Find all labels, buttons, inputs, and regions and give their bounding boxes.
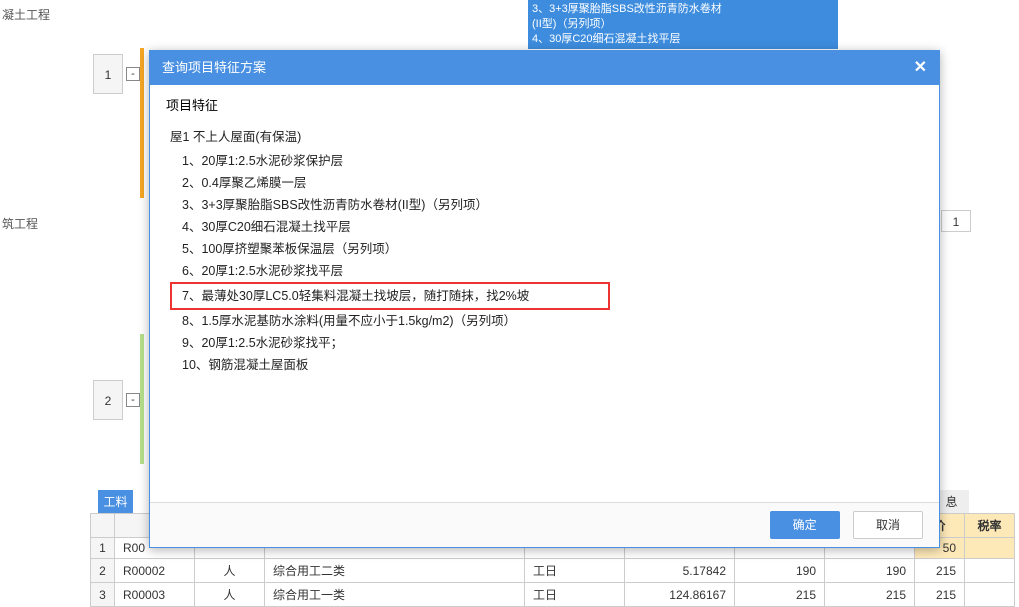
expand-toggle-1[interactable]: - bbox=[126, 67, 140, 81]
selected-row-text[interactable]: 3、3+3厚聚胎脂SBS改性沥青防水卷材 (II型)（另列项） 4、30厚C20… bbox=[528, 0, 838, 49]
expand-toggle-2[interactable]: - bbox=[126, 393, 140, 407]
sidebar: 凝土工程 筑工程 bbox=[0, 0, 90, 607]
feature-item: 6、20厚1:2.5水泥砂浆找平层 bbox=[170, 260, 919, 282]
col-rate[interactable]: 税率 bbox=[965, 514, 1015, 538]
tab-material[interactable]: 工料 bbox=[98, 490, 133, 514]
dialog-subtitle: 项目特征 bbox=[150, 85, 939, 120]
feature-item: 9、20厚1:2.5水泥砂浆找平； bbox=[170, 332, 919, 354]
hl-line-1: 3、3+3厚聚胎脂SBS改性沥青防水卷材 bbox=[532, 3, 722, 15]
green-marker bbox=[140, 334, 144, 464]
orange-marker bbox=[140, 48, 144, 198]
feature-header: 屋1 不上人屋面(有保温) bbox=[170, 126, 919, 148]
dialog-body: 屋1 不上人屋面(有保温) 1、20厚1:2.5水泥砂浆保护层 2、0.4厚聚乙… bbox=[150, 120, 939, 502]
feature-dialog: 查询项目特征方案 ✕ 项目特征 屋1 不上人屋面(有保温) 1、20厚1:2.5… bbox=[149, 50, 940, 548]
feature-item: 2、0.4厚聚乙烯膜一层 bbox=[170, 172, 919, 194]
feature-item: 3、3+3厚聚胎脂SBS改性沥青防水卷材(II型)（另列项） bbox=[170, 194, 919, 216]
dialog-titlebar[interactable]: 查询项目特征方案 ✕ bbox=[150, 51, 939, 85]
feature-item: 4、30厚C20细石混凝土找平层 bbox=[170, 216, 919, 238]
right-cell: 1 bbox=[941, 210, 971, 232]
table-row[interactable]: 3 R00003 人 综合用工一类 工日 124.86167 215 215 2… bbox=[91, 583, 1015, 607]
hl-line-2: (II型)（另列项） bbox=[532, 18, 611, 30]
sidebar-item-concrete[interactable]: 凝土工程 bbox=[0, 0, 90, 29]
feature-item: 1、20厚1:2.5水泥砂浆保护层 bbox=[170, 150, 919, 172]
feature-item: 8、1.5厚水泥基防水涂料(用量不应小于1.5kg/m2)（另列项） bbox=[170, 310, 919, 332]
row-number-2: 2 bbox=[93, 380, 123, 420]
dialog-title-text: 查询项目特征方案 bbox=[162, 51, 266, 85]
col-rownum bbox=[91, 514, 115, 538]
table-row[interactable]: 2 R00002 人 综合用工二类 工日 5.17842 190 190 215 bbox=[91, 559, 1015, 583]
feature-item: 5、100厚挤塑聚苯板保温层（另列项） bbox=[170, 238, 919, 260]
feature-item-highlighted: 7、最薄处30厚LC5.0轻集料混凝土找坡层，随打随抹，找2%坡 bbox=[170, 282, 610, 310]
sidebar-item-build[interactable]: 筑工程 bbox=[0, 209, 90, 238]
cancel-button[interactable]: 取消 bbox=[853, 511, 923, 539]
feature-item: 10、钢筋混凝土屋面板 bbox=[170, 354, 919, 376]
hl-line-3: 4、30厚C20细石混凝土找平层 bbox=[532, 33, 681, 45]
close-icon[interactable]: ✕ bbox=[914, 51, 927, 85]
dialog-footer: 确定 取消 bbox=[150, 502, 939, 547]
row-number-1: 1 bbox=[93, 54, 123, 94]
ok-button[interactable]: 确定 bbox=[770, 511, 840, 539]
